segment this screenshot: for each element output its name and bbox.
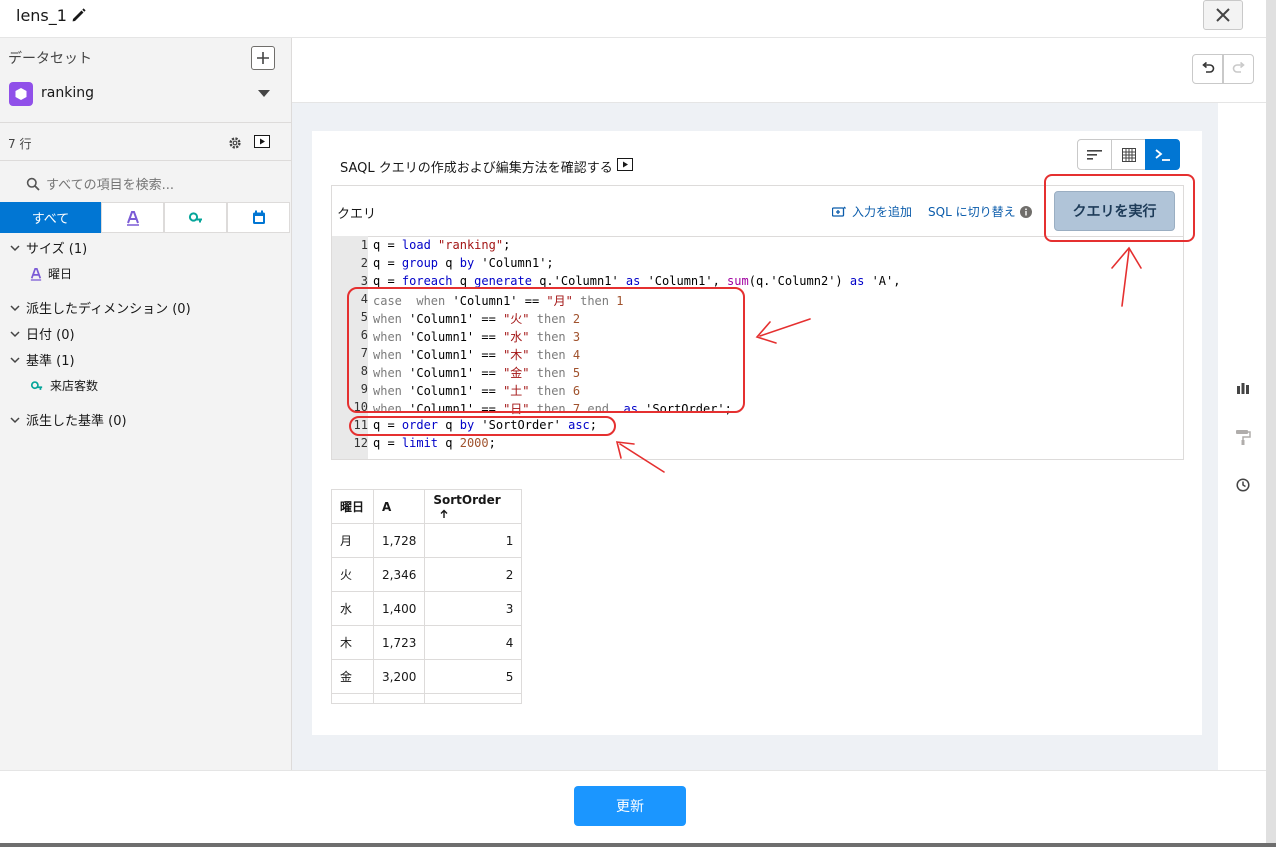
background-edge xyxy=(1266,0,1276,847)
annotation-arrowhead xyxy=(755,321,777,344)
annotation-arrow xyxy=(759,318,811,337)
annotation-arrow xyxy=(619,443,665,473)
background-strip xyxy=(0,843,1276,847)
annotation-arrows xyxy=(615,246,1142,473)
annotation-arrow xyxy=(1121,249,1130,307)
